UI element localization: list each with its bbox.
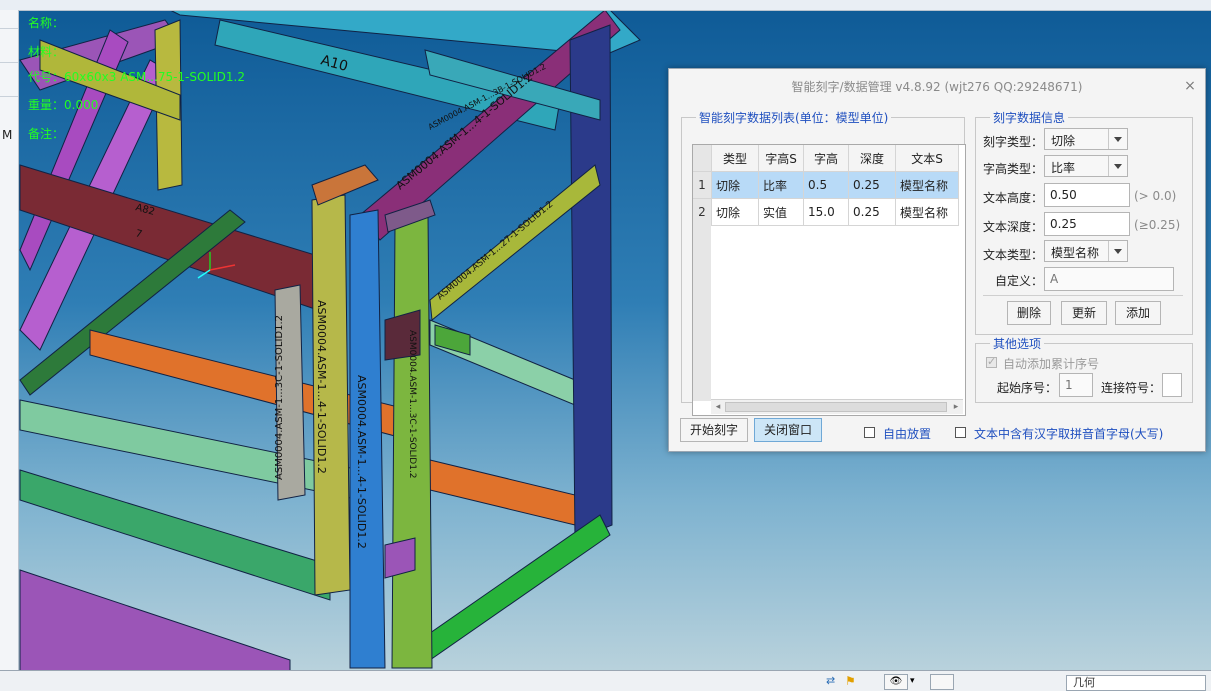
text-height-label: 文本高度：	[983, 191, 1044, 205]
scroll-right-icon[interactable]: ▸	[950, 401, 962, 413]
info-remark: 备注：	[28, 127, 65, 141]
label-upright3: ASM0004.ASM-1...4-1-SOLID1.2	[355, 375, 368, 549]
connector-label: 连接符号：	[1101, 381, 1162, 395]
filter-select[interactable]: 几何	[1066, 675, 1206, 691]
height-type-select[interactable]: 比率	[1044, 155, 1128, 177]
auto-seq-checkbox[interactable]	[986, 355, 997, 368]
dialog-title: 智能刻字/数据管理 v4.8.92 (wjt276 QQ:29248671)	[791, 80, 1083, 94]
label-upright1: ASM0004.ASM-1...3C-1-SOLID1.2	[274, 315, 285, 480]
label-upright2: ASM0004.ASM-1...4-1-SOLID1.2	[315, 300, 328, 474]
column-header[interactable]: 文本S	[895, 145, 959, 172]
delete-button[interactable]: 删除	[1007, 301, 1051, 325]
divider	[983, 295, 1183, 296]
cell-height[interactable]: 15.0	[803, 198, 849, 226]
text-type-label: 文本类型：	[983, 248, 1044, 262]
pinyin-label[interactable]: 文本中含有汉字取拼音首字母(大写)	[974, 425, 1163, 442]
engrave-type-label: 刻字类型：	[983, 135, 1044, 149]
cell-text-s[interactable]: 模型名称	[895, 198, 959, 226]
flag-icon[interactable]: ⚑	[845, 674, 856, 688]
cell-text-s[interactable]: 模型名称	[895, 171, 959, 199]
info-name: 名称：	[28, 16, 65, 30]
left-panel[interactable]: M	[0, 10, 19, 670]
block-green	[434, 324, 471, 356]
close-icon[interactable]: ×	[1183, 79, 1197, 93]
regen-icon[interactable]: ⇄	[826, 674, 835, 688]
left-panel-divider	[0, 62, 18, 63]
cell-type[interactable]: 切除	[711, 198, 759, 226]
free-place-checkbox[interactable]	[864, 427, 875, 438]
cell-depth[interactable]: 0.25	[848, 171, 896, 199]
info-code: 代号：60x60x3 ASM...75-1-SOLID1.2	[28, 70, 245, 84]
cell-type[interactable]: 切除	[711, 171, 759, 199]
chevron-down-icon[interactable]	[1108, 156, 1127, 176]
start-seq-label: 起始序号：	[997, 381, 1058, 395]
scroll-thumb[interactable]	[725, 402, 947, 412]
table-row[interactable]: 2 切除 实值 15.0 0.25 模型名称	[693, 198, 959, 226]
cell-height[interactable]: 0.5	[803, 171, 849, 199]
binoculars-icon[interactable]: 👁	[884, 674, 908, 690]
window-icon[interactable]	[930, 674, 954, 690]
scroll-left-icon[interactable]: ◂	[712, 401, 724, 413]
free-place-label[interactable]: 自由放置	[883, 425, 931, 442]
label-beam2: ASM0004.ASM-1...27-1-SOLID1.2	[436, 200, 556, 303]
height-type-value: 比率	[1051, 161, 1076, 175]
list-group: 智能刻字数据列表(单位：模型单位) 类型 字高S 字高 深度 文本S 1 切除 …	[681, 109, 966, 416]
chevron-down-icon[interactable]	[1108, 129, 1127, 149]
left-panel-divider	[0, 28, 18, 29]
grid-corner	[693, 145, 712, 172]
start-seq-input[interactable]	[1059, 373, 1093, 397]
engrave-type-value: 切除	[1051, 134, 1076, 148]
cell-height-s[interactable]: 实值	[758, 198, 804, 226]
custom-text-input[interactable]	[1044, 267, 1174, 291]
connector-input[interactable]	[1162, 373, 1182, 397]
beam-green-bright	[419, 514, 611, 661]
label-beam3: ASM0004.ASM-1...3C-1-SOLID1.2	[407, 330, 417, 479]
cell-depth[interactable]: 0.25	[848, 198, 896, 226]
custom-label: 自定义：	[995, 274, 1044, 288]
list-group-title: 智能刻字数据列表(单位：模型单位)	[699, 111, 889, 125]
chevron-down-icon[interactable]: ▾	[910, 674, 922, 688]
engraving-dialog[interactable]: 智能刻字/数据管理 v4.8.92 (wjt276 QQ:29248671) ×…	[668, 68, 1206, 452]
horizontal-scrollbar[interactable]: ◂ ▸	[711, 399, 963, 414]
text-type-value: 模型名称	[1051, 246, 1100, 260]
text-depth-label: 文本深度：	[983, 220, 1044, 234]
beam-light-green-bottom	[19, 399, 361, 501]
beam-purple-bottom	[19, 569, 291, 672]
height-type-label: 字高类型：	[983, 162, 1044, 176]
update-button[interactable]: 更新	[1061, 301, 1107, 325]
column-header[interactable]: 类型	[711, 145, 759, 172]
row-number: 2	[693, 198, 712, 226]
close-window-button[interactable]: 关闭窗口	[754, 418, 822, 442]
other-options-title: 其他选项	[993, 337, 1042, 351]
row-number: 1	[693, 171, 712, 199]
info-group-title: 刻字数据信息	[993, 111, 1066, 125]
top-toolbar-strip	[0, 0, 1211, 11]
add-button[interactable]: 添加	[1115, 301, 1161, 325]
grid-header-row: 类型 字高S 字高 深度 文本S	[693, 145, 959, 172]
beam-orange-right	[429, 459, 576, 526]
info-material: 材料：	[28, 45, 65, 59]
column-header[interactable]: 深度	[848, 145, 896, 172]
column-header[interactable]: 字高	[803, 145, 849, 172]
text-height-input[interactable]	[1044, 183, 1130, 207]
engrave-type-select[interactable]: 切除	[1044, 128, 1128, 150]
start-engraving-button[interactable]: 开始刻字	[680, 418, 748, 442]
text-depth-hint: (≥0.25)	[1134, 218, 1181, 232]
status-bar: ⇄ ⚑ 👁 ▾ 几何	[0, 670, 1211, 691]
pinyin-checkbox[interactable]	[955, 427, 966, 438]
cell-height-s[interactable]: 比率	[758, 171, 804, 199]
auto-seq-label: 自动添加累计序号	[1003, 357, 1100, 371]
text-type-select[interactable]: 模型名称	[1044, 240, 1128, 262]
text-height-hint: (> 0.0)	[1134, 189, 1177, 203]
engraving-data-grid[interactable]: 类型 字高S 字高 深度 文本S 1 切除 比率 0.5 0.25 模型名称 2…	[692, 144, 966, 416]
text-depth-input[interactable]	[1044, 212, 1130, 236]
info-weight: 重量：0.000	[28, 98, 99, 112]
left-panel-divider	[0, 96, 18, 97]
row-header-column	[693, 225, 711, 401]
table-row[interactable]: 1 切除 比率 0.5 0.25 模型名称	[693, 171, 959, 199]
left-panel-letter: M	[2, 128, 13, 142]
chevron-down-icon[interactable]	[1108, 241, 1127, 261]
column-header[interactable]: 字高S	[758, 145, 804, 172]
